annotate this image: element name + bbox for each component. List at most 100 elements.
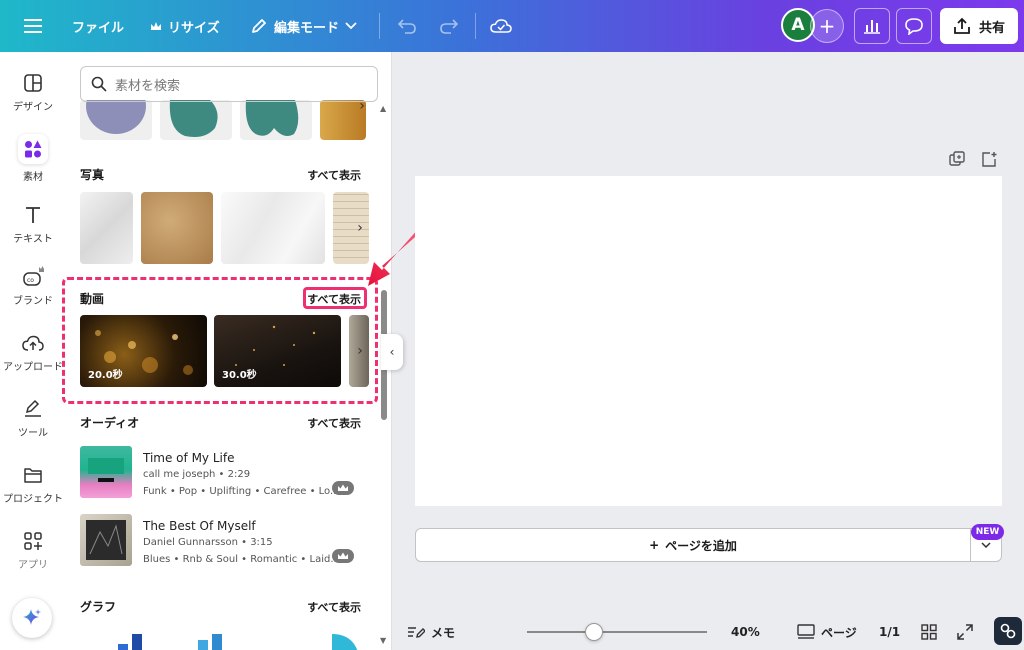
- section-title-photos: 写真: [80, 168, 105, 182]
- chevron-down-icon: [345, 22, 357, 30]
- help-button[interactable]: [994, 617, 1022, 645]
- comments-button[interactable]: [896, 8, 932, 44]
- resize-button[interactable]: リサイズ: [150, 0, 220, 52]
- scroll-down-arrow[interactable]: ▼: [380, 636, 386, 645]
- graph-thumbnails[interactable]: [106, 630, 376, 650]
- divider: [475, 13, 476, 39]
- pages-button[interactable]: ページ: [797, 614, 857, 650]
- scroll-up-arrow[interactable]: ▲: [380, 104, 386, 113]
- highlight-show-all: [303, 287, 367, 309]
- rail-item-brand[interactable]: co ブランド: [0, 266, 66, 307]
- rail-item-elements[interactable]: 素材: [0, 134, 66, 183]
- undo-button[interactable]: [397, 0, 417, 52]
- new-badge: NEW: [971, 524, 1004, 540]
- rail-label: 素材: [23, 172, 43, 183]
- crown-icon: [151, 22, 161, 30]
- collapse-panel-button[interactable]: ‹: [381, 334, 403, 370]
- cloud-check-icon: [490, 19, 512, 33]
- page-count-label: 1/1: [879, 625, 901, 639]
- section-title-audio: オーディオ: [80, 416, 140, 430]
- add-page-label: ページを追加: [665, 538, 737, 553]
- premium-badge: [332, 481, 354, 495]
- invite-button[interactable]: +: [810, 9, 844, 43]
- photo-thumbnail[interactable]: [221, 192, 325, 264]
- track-meta: call me joseph • 2:29: [143, 469, 251, 480]
- section-title-graphs: グラフ: [80, 600, 117, 614]
- shape-thumbnail[interactable]: [160, 100, 232, 140]
- rail-label: ブランド: [13, 296, 53, 307]
- zoom-level[interactable]: 40%: [731, 614, 760, 650]
- chevron-left-icon: ‹: [389, 345, 395, 359]
- add-page-icon: [982, 152, 997, 167]
- redo-button[interactable]: [439, 0, 459, 52]
- file-menu[interactable]: ファイル: [72, 0, 124, 52]
- notes-button[interactable]: メモ: [407, 614, 455, 650]
- pages-icon: [797, 624, 815, 639]
- comment-icon: [905, 18, 923, 35]
- undo-icon: [397, 19, 416, 34]
- link-icon: [1000, 623, 1016, 639]
- edit-mode-dropdown[interactable]: 編集モード: [250, 0, 357, 52]
- add-page-button[interactable]: + ページを追加: [415, 528, 971, 562]
- album-cover: [80, 446, 132, 498]
- plus-icon: +: [649, 538, 660, 552]
- menu-button[interactable]: [24, 0, 42, 52]
- track-title: The Best Of Myself: [143, 519, 256, 533]
- add-page-icon-button[interactable]: [980, 150, 998, 168]
- rail-item-text[interactable]: テキスト: [0, 204, 66, 245]
- cloud-save-status[interactable]: [490, 0, 512, 52]
- share-upload-icon: [954, 17, 970, 34]
- rail-item-apps[interactable]: アプリ: [0, 530, 66, 571]
- divider: [379, 13, 380, 39]
- track-meta: Daniel Gunnarsson • 3:15: [143, 537, 273, 548]
- photo-thumbnail[interactable]: [80, 192, 133, 264]
- audio-show-all-link[interactable]: すべて表示: [307, 415, 361, 431]
- list-item[interactable]: Time of My Life call me joseph • 2:29 Fu…: [80, 446, 370, 500]
- album-cover: [80, 514, 132, 566]
- share-label: 共有: [978, 20, 1005, 36]
- zoom-slider-track[interactable]: [527, 631, 707, 633]
- rail-item-draw[interactable]: ツール: [0, 398, 66, 439]
- hamburger-icon: [24, 19, 42, 33]
- edit-mode-label: 編集モード: [274, 20, 340, 36]
- grid-view-button[interactable]: [921, 614, 937, 650]
- grid-icon: [921, 624, 937, 640]
- rail-label: デザイン: [13, 102, 53, 113]
- list-item[interactable]: The Best Of Myself Daniel Gunnarsson • 3…: [80, 514, 370, 568]
- photos-show-all-link[interactable]: すべて表示: [307, 167, 361, 183]
- rail-label: アプリ: [18, 560, 48, 571]
- shape-thumbnail[interactable]: [240, 100, 312, 140]
- premium-badge: [332, 549, 354, 563]
- duplicate-icon: [949, 151, 965, 166]
- shape-thumbnail[interactable]: [80, 100, 152, 140]
- top-bar: ファイル リサイズ 編集モード A + 共有: [0, 0, 1024, 52]
- page-count[interactable]: 1/1: [879, 614, 900, 650]
- sparkle-icon: [23, 609, 41, 625]
- crown-icon: [338, 552, 348, 559]
- track-title: Time of My Life: [143, 451, 235, 465]
- upload-icon: [22, 332, 44, 354]
- expand-icon: [957, 624, 973, 640]
- plus-icon: +: [818, 14, 836, 38]
- resize-label: リサイズ: [168, 20, 220, 36]
- notes-icon: [408, 627, 425, 638]
- zoom-slider-handle[interactable]: [585, 623, 603, 641]
- draw-icon: [22, 398, 44, 420]
- graphs-show-all-link[interactable]: すべて表示: [307, 599, 361, 615]
- fullscreen-button[interactable]: [957, 614, 973, 650]
- zoom-label: 40%: [731, 625, 760, 639]
- redo-icon: [440, 19, 459, 34]
- notes-label: メモ: [431, 625, 456, 640]
- rail-item-projects[interactable]: プロジェクト: [0, 464, 66, 505]
- bottom-bar: メモ 40% ページ 1/1: [393, 614, 1024, 650]
- rail-item-upload[interactable]: アップロード: [0, 332, 66, 373]
- insights-button[interactable]: [854, 8, 890, 44]
- magic-button[interactable]: [12, 598, 52, 638]
- search-input[interactable]: 素材を検索: [80, 66, 378, 102]
- apps-icon: [22, 530, 44, 552]
- duplicate-page-button[interactable]: [948, 150, 966, 168]
- rail-item-design[interactable]: デザイン: [0, 72, 66, 113]
- share-button[interactable]: 共有: [940, 8, 1018, 44]
- design-page[interactable]: [415, 176, 1002, 506]
- photo-thumbnail[interactable]: [141, 192, 213, 264]
